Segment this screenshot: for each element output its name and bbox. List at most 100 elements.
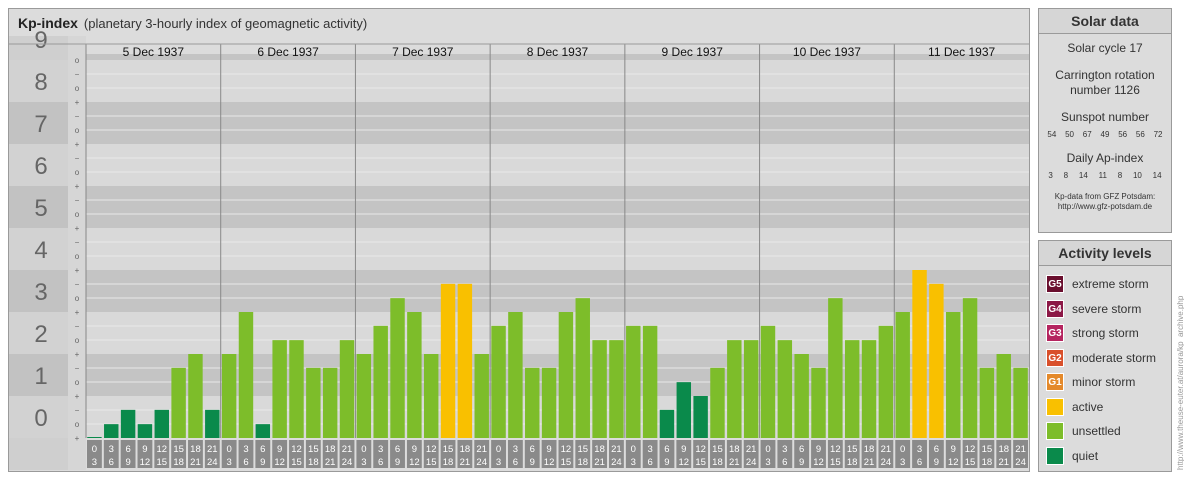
y-sub-mark: + xyxy=(75,350,80,359)
level-swatch: G2 xyxy=(1046,348,1064,367)
hour-end-label: 6 xyxy=(647,457,652,468)
day-label: 8 Dec 1937 xyxy=(527,45,589,59)
y-sub-mark: − xyxy=(75,196,80,205)
y-sub-mark: − xyxy=(75,70,80,79)
band xyxy=(86,270,1029,312)
kp-bar xyxy=(777,340,793,438)
y-sub-mark: o xyxy=(75,252,80,261)
hour-end-label: 3 xyxy=(226,457,231,468)
hour-end-label: 24 xyxy=(881,457,892,468)
level-swatch xyxy=(1046,397,1064,416)
kp-bar xyxy=(104,424,119,438)
day-label: 11 Dec 1937 xyxy=(928,45,995,59)
kp-bar xyxy=(423,354,439,438)
y-sub-mark: − xyxy=(75,322,80,331)
y-sub-mark: o xyxy=(75,294,80,303)
y-sub-mark: + xyxy=(75,224,80,233)
solar-data-title: Solar data xyxy=(1039,9,1171,34)
hour-end-label: 9 xyxy=(664,457,669,468)
hour-end-label: 21 xyxy=(864,457,875,468)
hour-start-label: 15 xyxy=(982,444,993,455)
level-swatch: G3 xyxy=(1046,324,1064,343)
kp-bar xyxy=(255,424,271,438)
day-label: 5 Dec 1937 xyxy=(123,45,185,59)
level-g1: G1 minor storm xyxy=(1039,370,1171,395)
hour-end-label: 15 xyxy=(561,457,572,468)
hour-end-label: 24 xyxy=(207,457,218,468)
hour-start-label: 6 xyxy=(125,444,130,455)
ap-value: 8 xyxy=(1117,171,1123,180)
day-label: 10 Dec 1937 xyxy=(793,45,861,59)
band xyxy=(86,144,1029,186)
hour-end-label: 6 xyxy=(513,457,518,468)
level-label: unsettled xyxy=(1072,424,1121,439)
hour-start-label: 12 xyxy=(426,444,437,455)
y-sub-mark: + xyxy=(75,308,80,317)
kp-bar xyxy=(659,409,675,438)
kp-bar xyxy=(609,340,624,438)
hour-start-label: 0 xyxy=(496,444,501,455)
day-label: 6 Dec 1937 xyxy=(257,45,319,59)
hour-start-label: 3 xyxy=(647,444,652,455)
hour-start-label: 15 xyxy=(577,444,588,455)
kp-bar xyxy=(946,312,961,438)
hour-end-label: 3 xyxy=(496,457,501,468)
hour-end-label: 12 xyxy=(140,457,151,468)
y-sub-mark: − xyxy=(75,280,80,289)
hour-start-label: 3 xyxy=(917,444,922,455)
kp-bar xyxy=(979,367,995,438)
hour-start-label: 15 xyxy=(847,444,858,455)
kp-bar xyxy=(474,354,489,438)
y-sub-mark: o xyxy=(75,126,80,135)
kp-bar xyxy=(440,283,456,438)
carrington-line1: Carrington rotation xyxy=(1055,68,1155,82)
kp-bar xyxy=(642,325,658,438)
hour-end-label: 24 xyxy=(746,457,757,468)
sunspot-values: 54 50 67 49 56 56 72 xyxy=(1039,130,1171,139)
solar-cycle: Solar cycle 17 xyxy=(1067,41,1143,55)
hour-start-label: 0 xyxy=(226,444,231,455)
hour-end-label: 3 xyxy=(765,457,770,468)
source-line2: http://www.gfz-potsdam.de xyxy=(1057,202,1153,211)
hour-end-label: 12 xyxy=(409,457,420,468)
level-label: moderate storm xyxy=(1072,350,1157,365)
hour-end-label: 6 xyxy=(782,457,787,468)
ap-values: 3 8 14 11 8 10 14 xyxy=(1039,171,1171,180)
kp-bar xyxy=(390,298,405,438)
y-sub-mark: + xyxy=(75,266,80,275)
hour-end-label: 18 xyxy=(173,457,184,468)
kp-bar xyxy=(541,367,557,438)
level-g2: G2 moderate storm xyxy=(1039,346,1171,371)
y-tick-label: 3 xyxy=(34,279,47,306)
y-sub-mark: o xyxy=(75,168,80,177)
kp-bar xyxy=(710,367,725,438)
hour-start-label: 18 xyxy=(864,444,875,455)
hour-end-label: 6 xyxy=(109,457,114,468)
activity-levels-title: Activity levels xyxy=(1039,241,1171,266)
ap-value: 11 xyxy=(1098,171,1107,180)
y-tick-label: 6 xyxy=(34,153,47,180)
hour-end-label: 12 xyxy=(948,457,959,468)
y-tick-label: 8 xyxy=(34,69,47,96)
hour-end-label: 9 xyxy=(395,457,400,468)
kp-bar xyxy=(238,312,254,438)
hour-end-label: 12 xyxy=(274,457,285,468)
kp-bar xyxy=(221,354,237,438)
hour-start-label: 15 xyxy=(173,444,184,455)
hour-start-label: 9 xyxy=(681,444,686,455)
hour-start-label: 9 xyxy=(277,444,282,455)
kp-bar xyxy=(457,283,473,438)
band xyxy=(86,228,1029,270)
y-tick-label: 7 xyxy=(34,111,47,138)
kp-bar xyxy=(811,367,826,438)
hour-start-label: 12 xyxy=(156,444,167,455)
hour-start-label: 18 xyxy=(325,444,336,455)
hour-start-label: 6 xyxy=(934,444,939,455)
kp-bar xyxy=(676,382,692,438)
level-swatch xyxy=(1046,422,1064,441)
kp-bar xyxy=(693,396,708,438)
hour-end-label: 15 xyxy=(291,457,302,468)
hour-start-label: 12 xyxy=(695,444,706,455)
hour-end-label: 21 xyxy=(325,457,336,468)
hour-end-label: 9 xyxy=(934,457,939,468)
